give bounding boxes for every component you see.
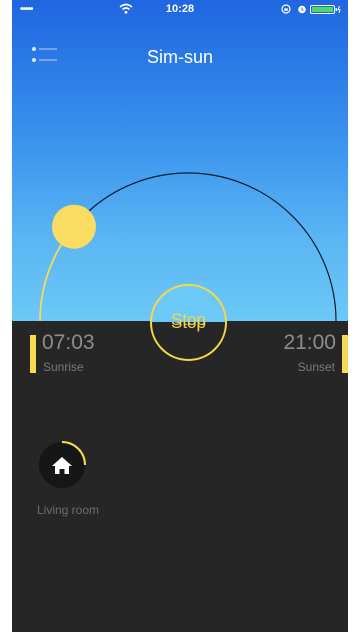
room-living-room[interactable] xyxy=(32,441,92,489)
stop-label-overlay[interactable]: Stop xyxy=(150,310,227,330)
sunset-label: Sunset xyxy=(297,360,335,374)
rotation-lock-icon xyxy=(281,4,291,14)
room-label: Living room xyxy=(36,503,100,517)
alarm-icon xyxy=(298,5,306,14)
sunset-time: 21:00 xyxy=(283,331,336,354)
page-title: Sim-sun xyxy=(146,47,213,67)
status-bar: ••••• 10:28 xyxy=(12,0,348,20)
sunset-indicator xyxy=(342,335,348,373)
room-button[interactable] xyxy=(32,441,92,489)
battery-icon xyxy=(310,5,341,14)
sunrise-indicator xyxy=(30,335,36,373)
sunrise-time: 07:03 xyxy=(42,331,95,354)
sunrise-label: Sunrise xyxy=(43,360,84,374)
app-screen: ••••• 10:28 Sim-sun Stop Stop 07:03 Sunr… xyxy=(12,0,348,632)
